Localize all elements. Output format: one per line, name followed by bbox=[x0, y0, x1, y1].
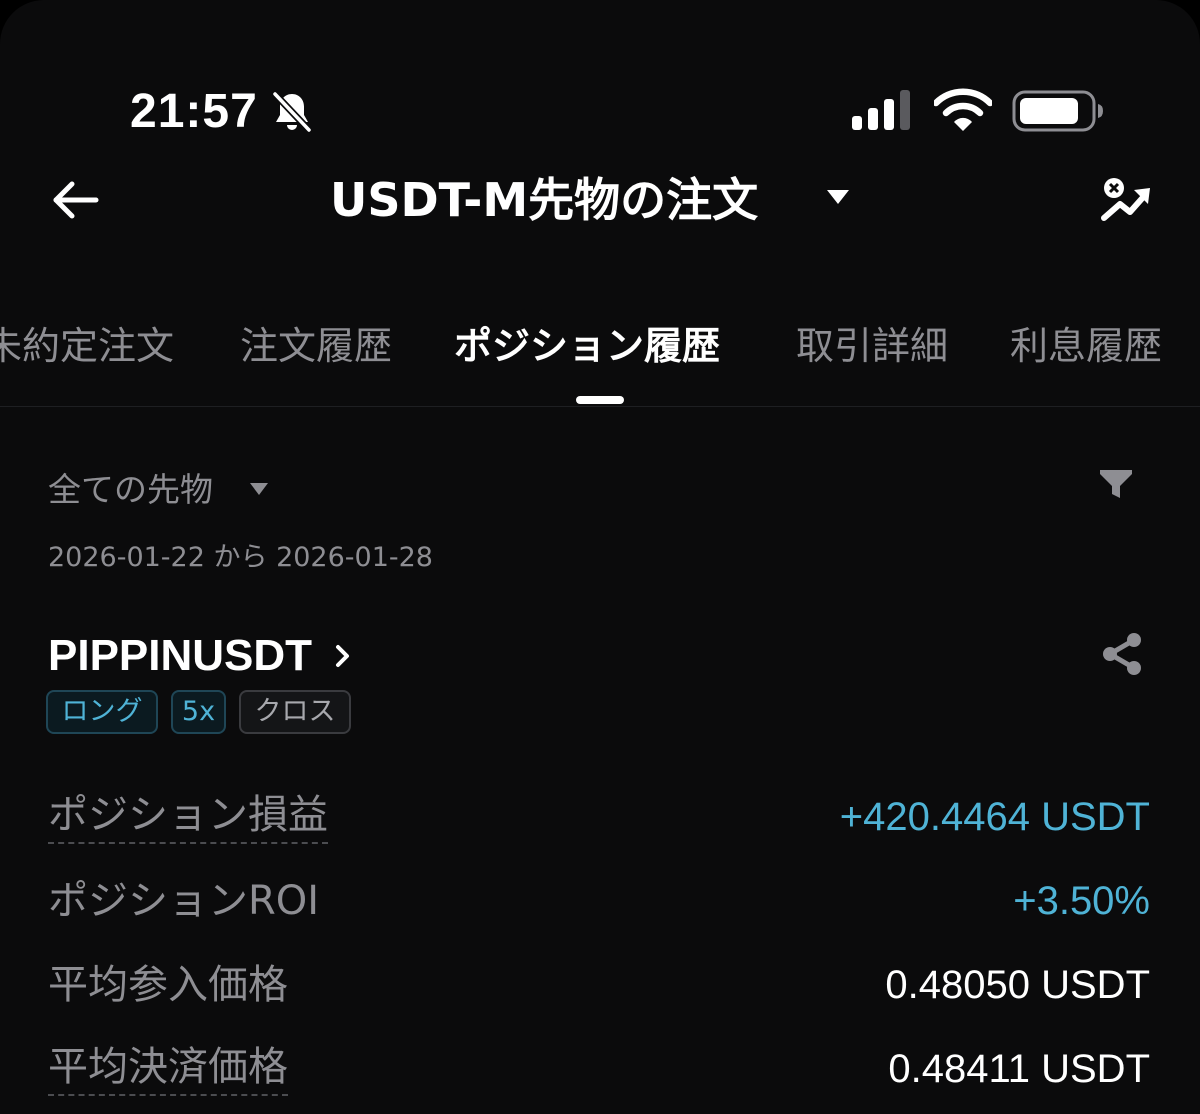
avg-close-price-value: 0.48411 USDT bbox=[888, 1047, 1150, 1091]
filter-icon[interactable] bbox=[1096, 464, 1136, 504]
avg-entry-price-value: 0.48050 USDT bbox=[885, 963, 1150, 1007]
bell-off-icon bbox=[272, 91, 312, 133]
status-time: 21:57 bbox=[130, 85, 258, 138]
tab-open-orders[interactable]: 未約定注文 bbox=[0, 318, 174, 374]
wifi-icon bbox=[934, 88, 992, 131]
avg-entry-price-label: 平均参入価格 bbox=[48, 962, 288, 1008]
position-roi-value: +3.50% bbox=[1013, 879, 1150, 923]
page-title[interactable]: USDT-M先物の注文 bbox=[330, 170, 758, 230]
margin-mode-tag: クロス bbox=[239, 690, 351, 734]
contract-filter-select[interactable]: 全ての先物 bbox=[48, 464, 213, 516]
chevron-right-icon[interactable] bbox=[332, 642, 354, 670]
tab-bar: 未約定注文 注文履歴 ポジション履歴 取引詳細 利息履歴 bbox=[0, 310, 1200, 406]
position-pnl-value: +420.4464 USDT bbox=[839, 795, 1150, 839]
tab-trade-details[interactable]: 取引詳細 bbox=[796, 318, 948, 374]
avg-close-price-label[interactable]: 平均決済価格 bbox=[48, 1040, 288, 1096]
signal-icon bbox=[852, 90, 910, 130]
tab-position-history[interactable]: ポジション履歴 bbox=[454, 318, 720, 374]
position-pnl-label[interactable]: ポジション損益 bbox=[48, 788, 328, 844]
back-arrow-icon[interactable] bbox=[48, 172, 104, 228]
battery-icon bbox=[1012, 90, 1103, 132]
active-tab-indicator bbox=[576, 396, 624, 404]
tabs-divider bbox=[0, 406, 1200, 407]
tab-interest-history[interactable]: 利息履歴 bbox=[1010, 318, 1162, 374]
side-tag: ロング bbox=[46, 690, 158, 734]
share-icon[interactable] bbox=[1098, 630, 1146, 678]
caret-down-icon[interactable] bbox=[248, 480, 270, 498]
caret-down-icon[interactable] bbox=[824, 186, 852, 208]
tab-order-history[interactable]: 注文履歴 bbox=[240, 318, 392, 374]
leverage-tag: 5x bbox=[171, 690, 226, 734]
position-symbol[interactable]: PIPPINUSDT bbox=[48, 628, 312, 684]
position-roi-label: ポジションROI bbox=[48, 878, 320, 924]
pnl-analysis-icon[interactable] bbox=[1098, 174, 1154, 226]
app-screen: 21:57 USDT-M先物の注文 未約定注文 注文履歴 ポジション履歴 取引詳… bbox=[0, 0, 1200, 1114]
date-range[interactable]: 2026-01-22 から 2026-01-28 bbox=[48, 538, 433, 578]
